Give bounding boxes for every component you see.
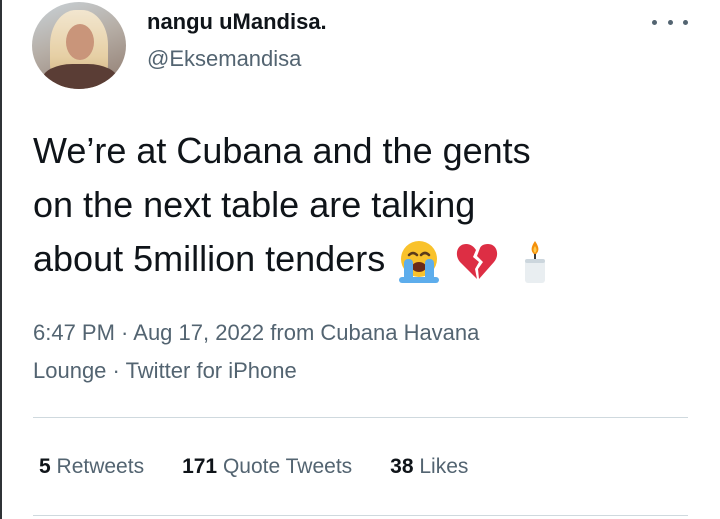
- tweet-location-source[interactable]: Lounge · Twitter for iPhone: [33, 352, 693, 390]
- avatar[interactable]: [32, 2, 126, 89]
- tweet-line-with-emojis: about 5million tenders: [33, 232, 693, 288]
- author-display-name[interactable]: nangu uMandisa.: [147, 9, 327, 35]
- likes-label: Likes: [419, 455, 469, 478]
- loudly-crying-face-icon: [399, 241, 440, 284]
- tweet-text: We’re at Cubana and the gents on the nex…: [33, 124, 693, 288]
- divider: [33, 417, 688, 418]
- engagement-stats: 5 Retweets 171 Quote Tweets 38 Likes: [39, 455, 468, 479]
- divider: [33, 515, 688, 516]
- candle-icon: [525, 241, 546, 284]
- more-options-icon[interactable]: [652, 14, 688, 30]
- more-dot: [683, 19, 688, 25]
- avatar-face: [66, 24, 94, 60]
- broken-heart-icon: [457, 244, 498, 280]
- emoji-row: [395, 234, 559, 288]
- retweets-stat[interactable]: 5 Retweets: [39, 455, 144, 479]
- more-dot: [652, 19, 657, 25]
- screen-edge: [0, 0, 2, 519]
- quote-tweets-count: 171: [182, 455, 218, 478]
- likes-stat[interactable]: 38 Likes: [390, 455, 468, 479]
- tweet-line: about 5million tenders: [33, 238, 386, 279]
- tweet-line: on the next table are talking: [33, 184, 476, 225]
- tweet-meta: 6:47 PM · Aug 17, 2022 from Cubana Havan…: [33, 314, 693, 390]
- quote-tweets-label: Quote Tweets: [222, 455, 353, 478]
- retweets-label: Retweets: [56, 455, 145, 478]
- likes-count: 38: [390, 455, 414, 478]
- tweet-line: We’re at Cubana and the gents: [33, 130, 531, 171]
- avatar-shoulder: [42, 64, 118, 89]
- more-dot: [667, 19, 673, 25]
- author-handle[interactable]: @Eksemandisa: [147, 46, 301, 72]
- retweets-count: 5: [39, 455, 51, 478]
- quote-tweets-stat[interactable]: 171 Quote Tweets: [182, 455, 352, 479]
- tweet-timestamp-location[interactable]: 6:47 PM · Aug 17, 2022 from Cubana Havan…: [33, 314, 693, 352]
